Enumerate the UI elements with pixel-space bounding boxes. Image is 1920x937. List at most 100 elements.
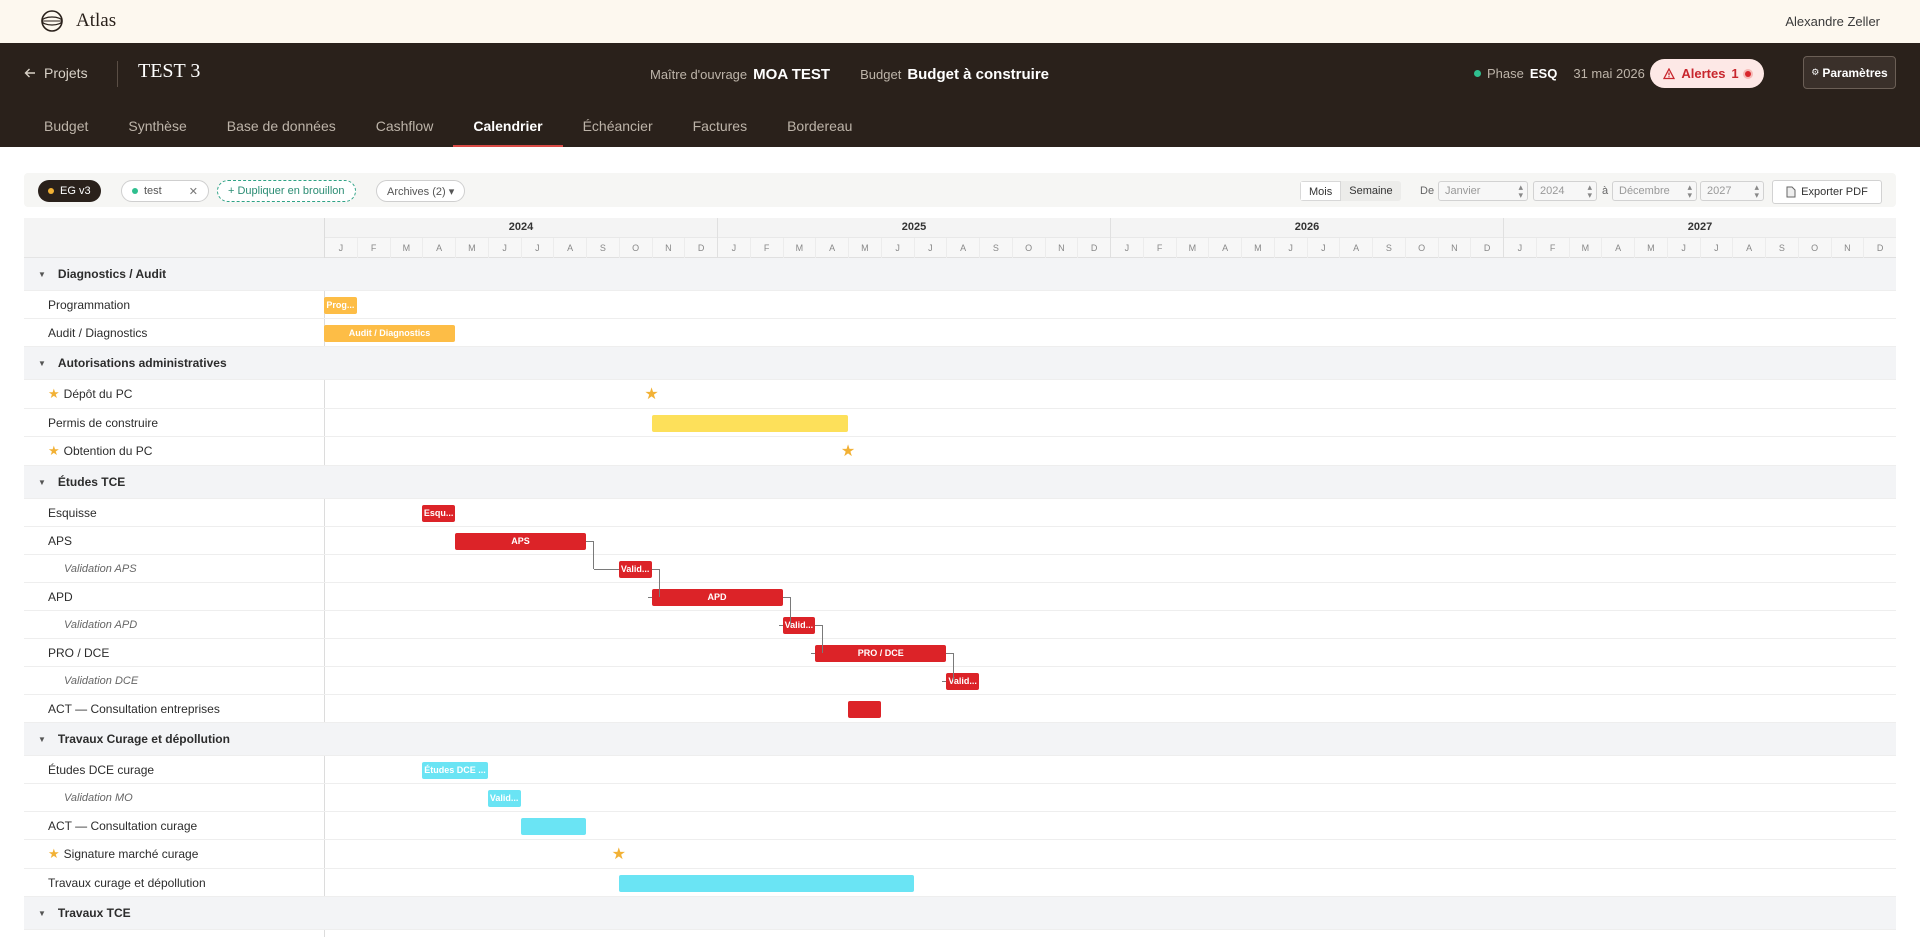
year-label: 2027: [1504, 218, 1896, 237]
gantt-chart: 2024 2025 2026 2027 JFMAMJJASONDJFMAMJJASON…: [24, 218, 1896, 937]
to-month-select[interactable]: Décembre ▴ ▾: [1612, 181, 1697, 201]
back-label: Projets: [44, 65, 88, 81]
tab-cashflow[interactable]: Cashflow: [356, 105, 454, 147]
gantt-bar[interactable]: [848, 700, 881, 718]
view-month-button[interactable]: Mois: [1300, 181, 1342, 201]
calendar-panel: EG v3 test ✕ + Dupliquer en brouillon Ar…: [0, 147, 1920, 937]
row-label: Validation DCE: [64, 674, 139, 687]
gantt-bar[interactable]: PRO / DCE: [815, 644, 947, 662]
to-year-select[interactable]: 2027 ▴ ▾: [1700, 181, 1764, 201]
year-divider: [1110, 218, 1111, 258]
row-label: PRO / DCE: [48, 645, 110, 660]
row-label-cell: Travaux curage et dépollution: [24, 869, 324, 896]
budget-label: Budget: [860, 67, 902, 82]
close-icon[interactable]: ✕: [189, 185, 198, 198]
row-label-cell[interactable]: ▼ Études TCE: [24, 466, 324, 498]
back-to-projects-link[interactable]: Projets: [24, 65, 88, 81]
milestone-star-icon[interactable]: ★: [840, 443, 856, 460]
gantt-bar[interactable]: APS: [455, 532, 586, 550]
tab-échéancier[interactable]: Échéancier: [563, 105, 673, 147]
gantt-task-row: Programmation: [24, 291, 1896, 319]
alerts-button[interactable]: Alertes 1: [1650, 59, 1764, 88]
tab-synthèse[interactable]: Synthèse: [108, 105, 206, 147]
gantt-task-row: ACT — Consultation entreprises: [24, 695, 1896, 723]
year-divider: [1503, 218, 1504, 258]
settings-button[interactable]: ⚙ Paramètres: [1803, 56, 1896, 89]
month-label: O: [1799, 238, 1832, 258]
gantt-task-row: Esquisse: [24, 499, 1896, 527]
collapse-caret-icon[interactable]: ▼: [38, 478, 46, 487]
row-label-cell[interactable]: ▼ Travaux TCE: [24, 897, 324, 929]
gantt-task-row: Permis de construire: [24, 409, 1896, 437]
gantt-bar[interactable]: Valid...: [618, 560, 652, 578]
from-month-select[interactable]: Janvier ▴ ▾: [1438, 181, 1528, 201]
duplicate-draft-button[interactable]: + Dupliquer en brouillon: [217, 180, 356, 202]
gantt-bar[interactable]: Prog...: [324, 296, 357, 314]
month-label: A: [1340, 238, 1373, 258]
row-label-cell: Validation DCE: [24, 667, 324, 694]
row-label-cell: ★ Obtention du PC: [24, 437, 324, 465]
tab-budget[interactable]: Budget: [24, 105, 108, 147]
version-chip-active[interactable]: EG v3: [38, 180, 101, 202]
version-dot-icon: [48, 188, 54, 194]
row-label: Diagnostics / Audit: [57, 267, 167, 281]
tab-factures[interactable]: Factures: [673, 105, 767, 147]
row-label-cell: ★ Dépôt du PC: [24, 380, 324, 408]
gantt-bar[interactable]: Études DCE ...: [422, 761, 488, 779]
collapse-caret-icon[interactable]: ▼: [38, 735, 46, 744]
row-label-cell[interactable]: ▼ Travaux Curage et dépollution: [24, 723, 324, 755]
row-label: Études DCE curage: [48, 762, 155, 777]
row-label-cell: Programmation: [24, 291, 324, 318]
collapse-caret-icon[interactable]: ▼: [38, 909, 46, 918]
gantt-bar[interactable]: Valid...: [487, 789, 521, 807]
collapse-caret-icon[interactable]: ▼: [38, 270, 46, 279]
month-label: F: [1537, 238, 1570, 258]
spinner-icon: ▴ ▾: [1754, 182, 1759, 200]
gantt-task-row: ★ Signature marché curage: [24, 840, 1896, 869]
row-label-cell[interactable]: ▼ Autorisations administratives: [24, 347, 324, 379]
atlas-logo-icon[interactable]: [40, 9, 64, 33]
milestone-star-icon[interactable]: ★: [644, 386, 660, 403]
spinner-icon: ▴ ▾: [1518, 182, 1523, 200]
tab-bar: Budget Synthèse Base de données Cashflow Cal…: [24, 105, 872, 147]
archives-dropdown[interactable]: Archives (2) ▾: [376, 180, 466, 202]
month-label: A: [554, 238, 587, 258]
row-label-cell: Audit / Diagnostics: [24, 319, 324, 346]
month-label: F: [358, 238, 391, 258]
month-label: J: [1668, 238, 1701, 258]
moa-value: MOA TEST: [753, 66, 831, 83]
month-label: J: [1504, 238, 1537, 258]
milestone-star-icon: ★: [48, 846, 60, 861]
month-label: S: [980, 238, 1013, 258]
row-label-cell: Permis de construire: [24, 409, 324, 436]
milestone-star-icon[interactable]: ★: [611, 846, 627, 863]
month-label: O: [620, 238, 653, 258]
month-label: D: [1864, 238, 1896, 258]
gantt-bar[interactable]: [618, 874, 914, 892]
row-label: Autorisations administratives: [57, 356, 227, 370]
export-pdf-button[interactable]: Exporter PDF: [1772, 180, 1882, 204]
row-label-cell: ★ Signature marché curage: [24, 840, 324, 868]
row-label: Validation MO: [64, 791, 133, 804]
dependency-connector: [778, 625, 783, 626]
year-divider: [717, 218, 718, 258]
gantt-bar[interactable]: Audit / Diagnostics: [324, 324, 455, 342]
tab-bordereau[interactable]: Bordereau: [767, 105, 872, 147]
tab-calendrier[interactable]: Calendrier: [453, 105, 563, 147]
collapse-caret-icon[interactable]: ▼: [38, 359, 46, 368]
gantt-bar[interactable]: [520, 817, 586, 835]
tab-base-de-données[interactable]: Base de données: [207, 105, 356, 147]
divider: [117, 61, 118, 87]
row-label-cell: Études DCE curage: [24, 756, 324, 783]
dependency-connector: [811, 653, 816, 654]
gantt-bar[interactable]: Esqu...: [422, 504, 455, 522]
view-week-button[interactable]: Semaine: [1341, 181, 1401, 201]
version-chip-test[interactable]: test ✕: [121, 180, 209, 202]
from-year-select[interactable]: 2024 ▴ ▾: [1533, 181, 1597, 201]
gantt-bar[interactable]: [651, 414, 848, 432]
row-label: Programmation: [48, 297, 131, 312]
gantt-task-row: ACT — Consultation curage: [24, 812, 1896, 840]
gantt-bar[interactable]: APD: [651, 588, 783, 606]
row-label-cell[interactable]: ▼ Diagnostics / Audit: [24, 258, 324, 290]
user-name[interactable]: Alexandre Zeller: [1785, 14, 1880, 29]
